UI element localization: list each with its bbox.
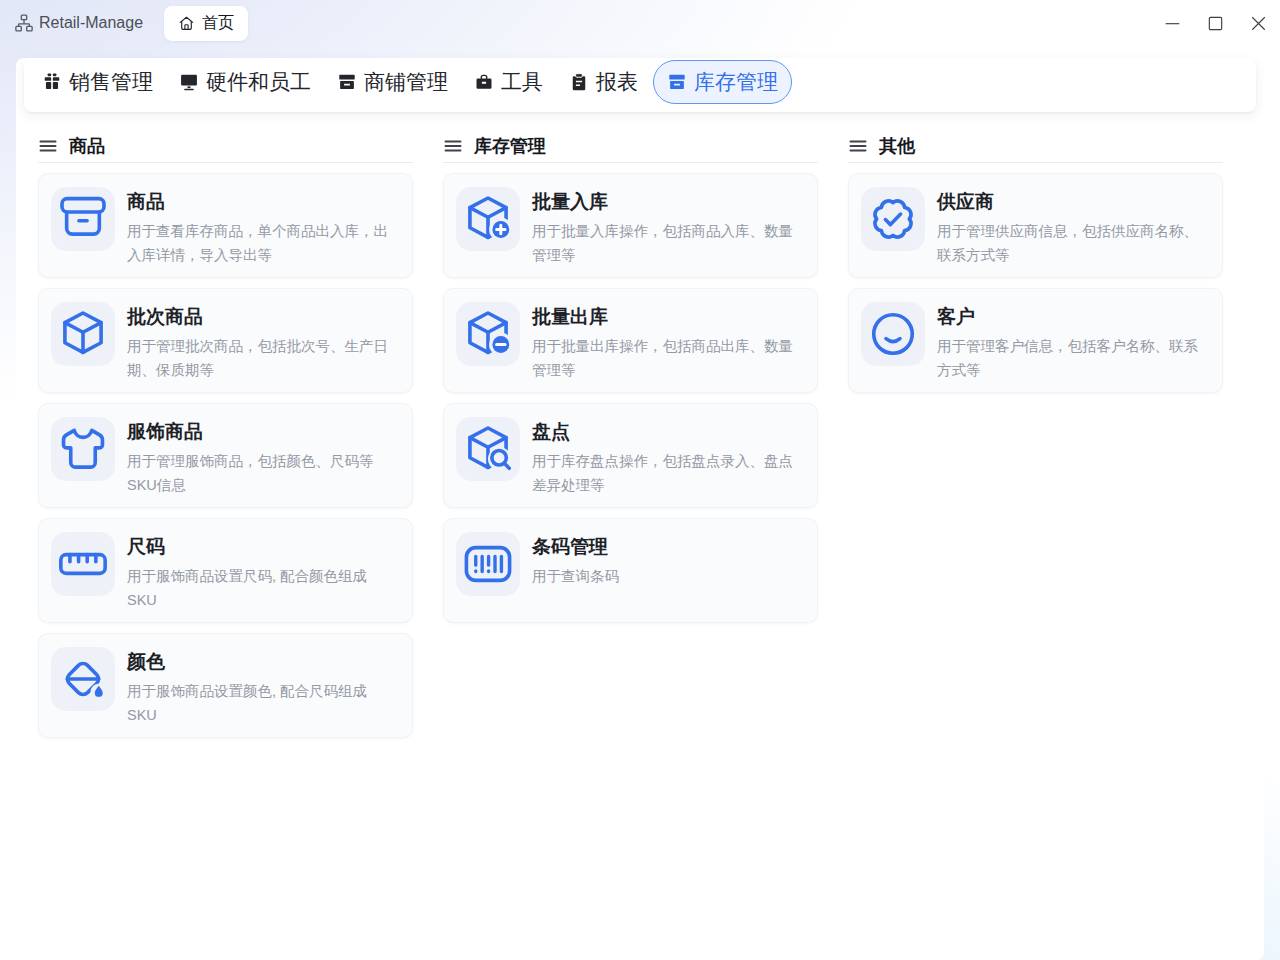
column-header: 库存管理: [443, 133, 818, 159]
app-title: Retail-Manage: [39, 14, 143, 32]
column-goods: 商品 商品 用于查看库存商品，单个商品出入库，出入库详情，导入导出等 批次商品 …: [38, 133, 413, 738]
column-inventory: 库存管理 批量入库 用于批量入库操作，包括商品入库、数量管理等 批量出库 用于批…: [443, 133, 818, 623]
smiley-icon: [861, 302, 925, 366]
card-size[interactable]: 尺码 用于服饰商品设置尺码, 配合颜色组成SKU: [38, 518, 413, 623]
menu-icon: [443, 136, 463, 156]
card-description: 用于查看库存商品，单个商品出入库，出入库详情，导入导出等: [127, 219, 389, 267]
monitor-icon: [179, 72, 199, 92]
archive-box-icon: [51, 187, 115, 251]
card-goods[interactable]: 商品 用于查看库存商品，单个商品出入库，出入库详情，导入导出等: [38, 173, 413, 278]
card-title: 商品: [127, 189, 389, 214]
card-title: 客户: [937, 304, 1199, 329]
storefront-icon: [337, 72, 357, 92]
main-panel: 销售管理 硬件和员工 商铺管理 工具 报表 库存管理 商品: [16, 58, 1264, 960]
sitemap-icon: [14, 13, 34, 33]
nav-item-inventory[interactable]: 库存管理: [653, 60, 792, 104]
nav-item-sales[interactable]: 销售管理: [31, 60, 164, 104]
ruler-icon: [51, 532, 115, 596]
card-title: 服饰商品: [127, 419, 389, 444]
card-bulk-outbound[interactable]: 批量出库 用于批量出库操作，包括商品出库、数量管理等: [443, 288, 818, 393]
window-controls: [1151, 0, 1280, 46]
cube-search-icon: [456, 417, 520, 481]
nav-item-label: 报表: [596, 68, 638, 96]
card-description: 用于服饰商品设置颜色, 配合尺码组成SKU: [127, 679, 389, 727]
cube-icon: [51, 302, 115, 366]
nav-item-label: 工具: [501, 68, 543, 96]
close-button[interactable]: [1237, 0, 1280, 46]
card-supplier[interactable]: 供应商 用于管理供应商信息，包括供应商名称、联系方式等: [848, 173, 1223, 278]
column-title: 商品: [69, 134, 105, 158]
card-customer[interactable]: 客户 用于管理客户信息，包括客户名称、联系方式等: [848, 288, 1223, 393]
card-title: 尺码: [127, 534, 389, 559]
card-description: 用于库存盘点操作，包括盘点录入、盘点差异处理等: [532, 449, 794, 497]
nav-item-label: 销售管理: [69, 68, 153, 96]
nav-item-label: 硬件和员工: [206, 68, 311, 96]
titlebar: Retail-Manage 首页: [0, 0, 1280, 46]
color-diamond-icon: [51, 647, 115, 711]
nav-item-label: 商铺管理: [364, 68, 448, 96]
nav-item-hardware-staff[interactable]: 硬件和员工: [168, 60, 322, 104]
divider: [443, 162, 818, 163]
card-title: 批量入库: [532, 189, 794, 214]
card-title: 条码管理: [532, 534, 619, 559]
card-description: 用于服饰商品设置尺码, 配合颜色组成SKU: [127, 564, 389, 612]
content-area: 商品 商品 用于查看库存商品，单个商品出入库，出入库详情，导入导出等 批次商品 …: [16, 112, 1264, 738]
card-description: 用于管理批次商品，包括批次号、生产日期、保质期等: [127, 334, 389, 382]
nav-item-shop-management[interactable]: 商铺管理: [326, 60, 459, 104]
tshirt-icon: [51, 417, 115, 481]
card-title: 批次商品: [127, 304, 389, 329]
card-title: 盘点: [532, 419, 794, 444]
card-title: 颜色: [127, 649, 389, 674]
column-header: 商品: [38, 133, 413, 159]
card-description: 用于管理服饰商品，包括颜色、尺码等SKU信息: [127, 449, 389, 497]
card-description: 用于批量出库操作，包括商品出库、数量管理等: [532, 334, 794, 382]
minimize-button[interactable]: [1151, 0, 1194, 46]
cube-plus-icon: [456, 187, 520, 251]
column-header: 其他: [848, 133, 1223, 159]
nav-item-reports[interactable]: 报表: [558, 60, 649, 104]
storefront-icon: [667, 72, 687, 92]
card-description: 用于管理客户信息，包括客户名称、联系方式等: [937, 334, 1199, 382]
column-title: 库存管理: [474, 134, 546, 158]
maximize-button[interactable]: [1194, 0, 1237, 46]
toolbox-icon: [474, 72, 494, 92]
barcode-icon: [456, 532, 520, 596]
menu-icon: [848, 136, 868, 156]
maximize-icon: [1206, 14, 1225, 33]
tab-home[interactable]: 首页: [164, 6, 248, 41]
column-title: 其他: [879, 134, 915, 158]
nav-bar: 销售管理 硬件和员工 商铺管理 工具 报表 库存管理: [24, 58, 1256, 112]
gift-icon: [42, 72, 62, 92]
home-icon: [178, 15, 195, 32]
card-description: 用于查询条码: [532, 564, 619, 588]
card-apparel-goods[interactable]: 服饰商品 用于管理服饰商品，包括颜色、尺码等SKU信息: [38, 403, 413, 508]
card-description: 用于批量入库操作，包括商品入库、数量管理等: [532, 219, 794, 267]
card-title: 供应商: [937, 189, 1199, 214]
column-others: 其他 供应商 用于管理供应商信息，包括供应商名称、联系方式等 客户 用于管理客户…: [848, 133, 1223, 393]
card-title: 批量出库: [532, 304, 794, 329]
cube-minus-icon: [456, 302, 520, 366]
badge-check-icon: [861, 187, 925, 251]
card-stocktake[interactable]: 盘点 用于库存盘点操作，包括盘点录入、盘点差异处理等: [443, 403, 818, 508]
card-batch-goods[interactable]: 批次商品 用于管理批次商品，包括批次号、生产日期、保质期等: [38, 288, 413, 393]
divider: [38, 162, 413, 163]
clipboard-icon: [569, 72, 589, 92]
card-color[interactable]: 颜色 用于服饰商品设置颜色, 配合尺码组成SKU: [38, 633, 413, 738]
card-bulk-inbound[interactable]: 批量入库 用于批量入库操作，包括商品入库、数量管理等: [443, 173, 818, 278]
divider: [848, 162, 1223, 163]
tab-home-label: 首页: [202, 13, 234, 34]
card-barcode[interactable]: 条码管理 用于查询条码: [443, 518, 818, 623]
nav-item-tools[interactable]: 工具: [463, 60, 554, 104]
card-description: 用于管理供应商信息，包括供应商名称、联系方式等: [937, 219, 1199, 267]
nav-item-label: 库存管理: [694, 68, 778, 96]
menu-icon: [38, 136, 58, 156]
minimize-icon: [1163, 14, 1182, 33]
close-icon: [1249, 14, 1268, 33]
